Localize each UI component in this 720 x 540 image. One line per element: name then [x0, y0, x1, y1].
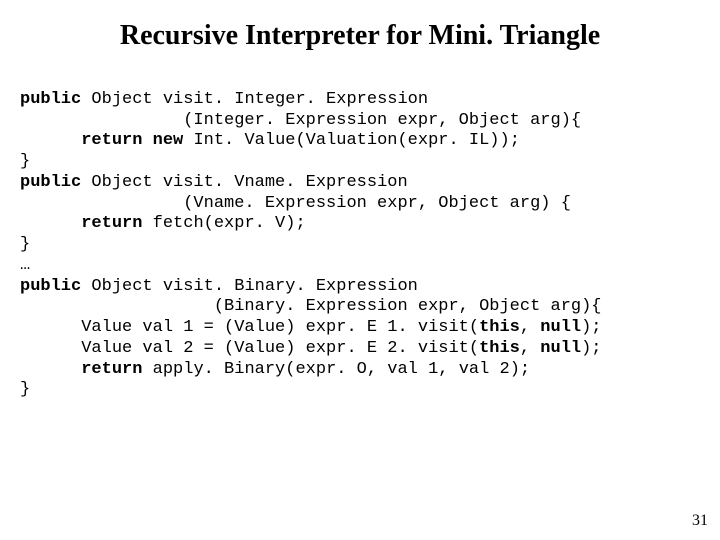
code-text: Int. Value(Valuation(expr. IL));: [183, 131, 520, 150]
code-text: fetch(expr. V);: [142, 214, 305, 233]
keyword-return: return: [81, 360, 142, 379]
keyword-this: this: [479, 339, 520, 358]
slide: Recursive Interpreter for Mini. Triangle…: [0, 0, 720, 540]
code-text: …: [20, 256, 30, 275]
page-number: 31: [692, 512, 708, 530]
code-text: Object visit. Integer. Expression: [81, 90, 428, 109]
keyword-this: this: [479, 318, 520, 337]
keyword-public: public: [20, 90, 81, 109]
keyword-null: null: [540, 318, 581, 337]
code-text: }: [20, 235, 30, 254]
code-text: ,: [520, 318, 540, 337]
code-text: Value val 1 = (Value) expr. E 1. visit(: [20, 318, 479, 337]
code-text: }: [20, 152, 30, 171]
keyword-new: new: [153, 131, 184, 150]
code-block: public Object visit. Integer. Expression…: [0, 52, 720, 401]
code-text: );: [581, 339, 601, 358]
code-text: Value val 2 = (Value) expr. E 2. visit(: [20, 339, 479, 358]
code-text: );: [581, 318, 601, 337]
code-text: }: [20, 380, 30, 399]
code-text: (Integer. Expression expr, Object arg){: [20, 111, 581, 130]
keyword-return: return: [81, 214, 142, 233]
code-text: ,: [520, 339, 540, 358]
code-text: (Binary. Expression expr, Object arg){: [20, 297, 602, 316]
code-text: (Vname. Expression expr, Object arg) {: [20, 194, 571, 213]
code-text: Object visit. Binary. Expression: [81, 277, 418, 296]
keyword-public: public: [20, 277, 81, 296]
code-text: apply. Binary(expr. O, val 1, val 2);: [142, 360, 530, 379]
keyword-return: return: [81, 131, 142, 150]
slide-title: Recursive Interpreter for Mini. Triangle: [0, 0, 720, 52]
code-text: Object visit. Vname. Expression: [81, 173, 407, 192]
keyword-public: public: [20, 173, 81, 192]
keyword-null: null: [540, 339, 581, 358]
